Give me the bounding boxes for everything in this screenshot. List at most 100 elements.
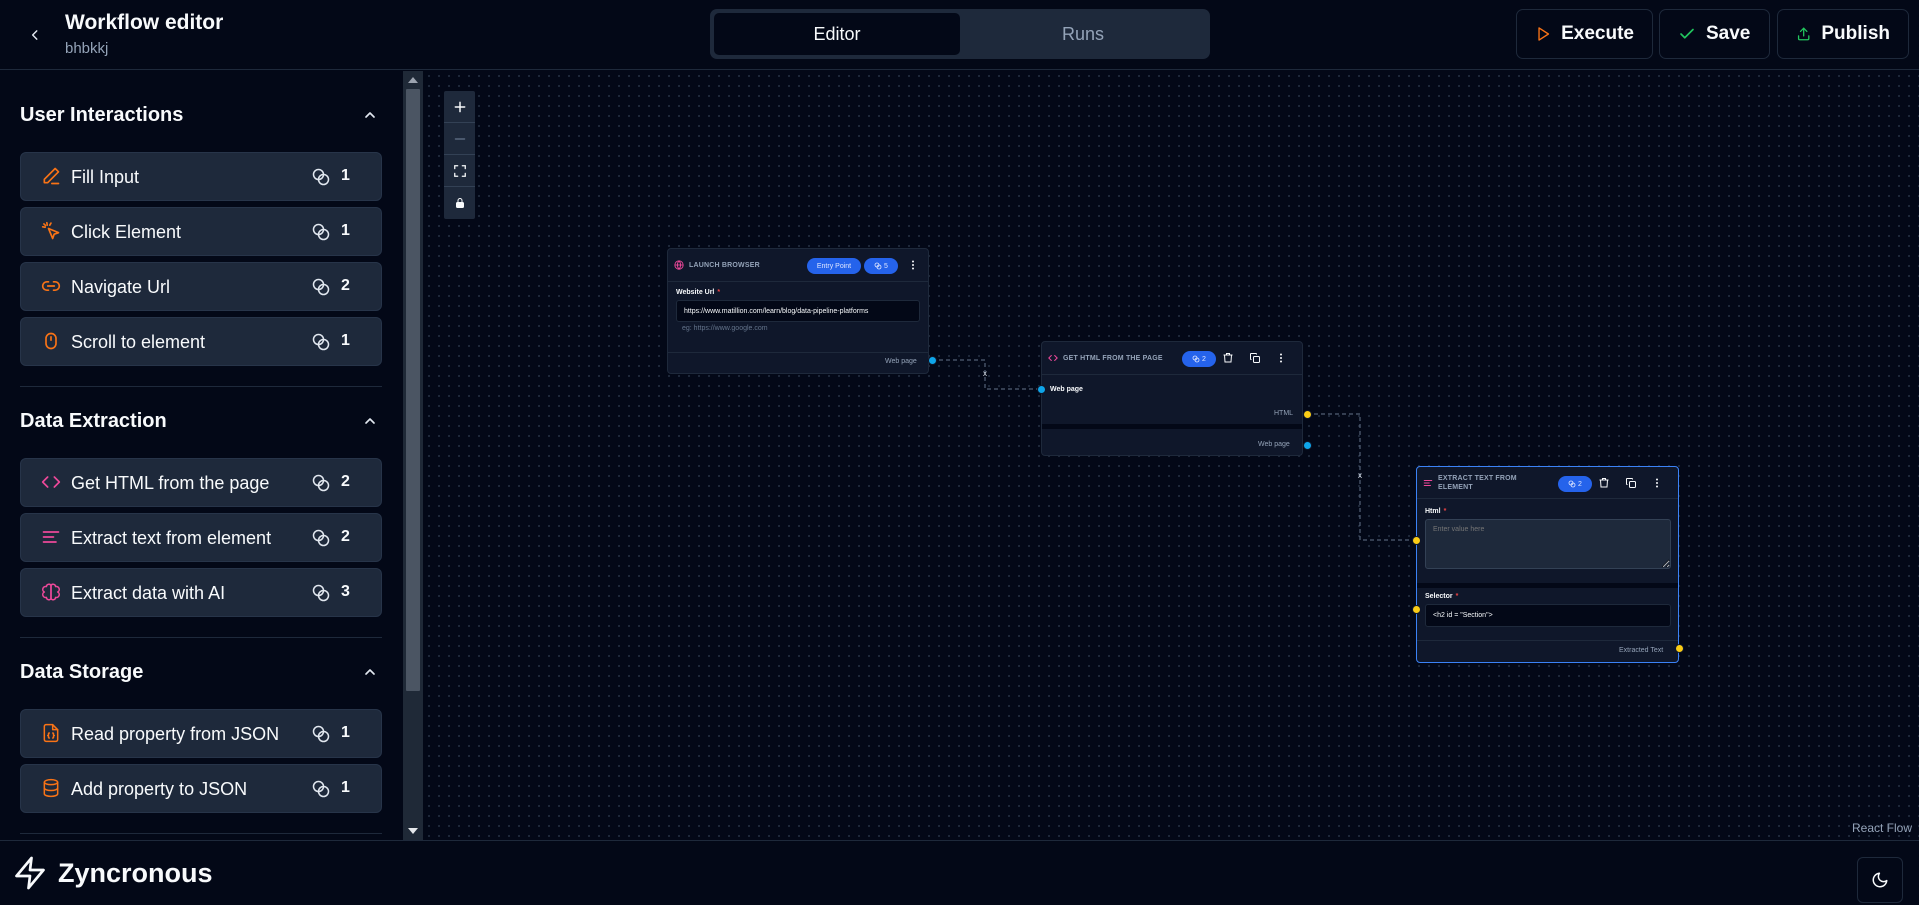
top-header: Workflow editor bhbkkj Editor Runs Execu… [0,0,1919,70]
coins-icon [312,168,330,186]
task-label: Read property from JSON [71,724,280,744]
node-extract-text[interactable]: EXTRACT TEXT FROM ELEMENT 2 Html* Select… [1416,466,1679,663]
input-handle-web-page[interactable] [1037,385,1046,394]
drag-handle-icon[interactable] [1275,352,1287,364]
footer: Zyncronous [0,840,1919,905]
chevron-up-icon[interactable] [362,664,378,680]
section-title-data-storage[interactable]: Data Storage [20,661,143,684]
required-marker: * [717,289,721,296]
website-url-input[interactable]: https://www.matillion.com/learn/blog/dat… [676,300,920,322]
edge-delete-marker[interactable]: x [983,369,987,378]
output-handle-html[interactable] [1303,410,1312,419]
chevron-up-icon[interactable] [362,413,378,429]
copy-icon[interactable] [1249,352,1261,364]
task-label: Extract data with AI [71,583,226,603]
save-button[interactable]: Save [1659,9,1770,59]
execute-button[interactable]: Execute [1516,9,1653,59]
section-title-data-extraction[interactable]: Data Extraction [20,410,167,433]
task-label: Scroll to element [71,332,206,352]
output-handle-extracted-text[interactable] [1675,644,1684,653]
trash-icon[interactable] [1222,352,1234,364]
trash-icon[interactable] [1598,477,1610,489]
mouse-icon [45,332,57,350]
output-label-web-page: Web page [1258,441,1290,448]
back-button[interactable] [20,20,50,50]
credit-count: 1 [341,779,350,796]
task-extract-text[interactable]: Extract text from element 2 [20,513,382,562]
node-divider [1417,640,1678,641]
chevron-up-icon[interactable] [362,107,378,123]
node-header: EXTRACT TEXT FROM ELEMENT 2 [1417,467,1678,499]
credit-count: 1 [341,222,350,239]
scroll-down-arrow[interactable] [408,828,418,834]
credit-count: 1 [341,332,350,349]
react-flow-attribution[interactable]: React Flow [1852,821,1912,835]
edge-delete-marker[interactable]: x [1358,471,1362,480]
theme-toggle-button[interactable] [1857,857,1903,903]
field-label-text: Website Url [676,289,715,296]
credit-count: 1 [341,724,350,741]
task-label: Click Element [71,222,182,242]
flow-canvas[interactable]: x x LAUNCH BROWSER Entry Point 5 Website… [424,71,1919,840]
tab-runs[interactable]: Runs [960,13,1206,55]
task-add-json[interactable]: Add property to JSON 1 [20,764,382,813]
node-header: LAUNCH BROWSER Entry Point 5 [668,249,928,282]
credit-count: 5 [884,262,888,270]
globe-icon [674,260,684,270]
task-fill-input[interactable]: Fill Input 1 [20,152,382,201]
page-title: Workflow editor [65,11,224,34]
scroll-up-arrow[interactable] [408,77,418,83]
task-label: Get HTML from the page [71,473,270,493]
pointer-click-icon [41,221,60,240]
task-navigate-url[interactable]: Navigate Url 2 [20,262,382,311]
sidebar-scrollbar[interactable] [403,71,423,840]
field-label: Html * [1425,508,1671,515]
output-handle-web-page[interactable] [1303,441,1312,450]
output-label: Extracted Text [1619,647,1664,654]
coins-icon [874,262,882,270]
task-label: Extract text from element [71,528,272,548]
task-click-element[interactable]: Click Element 1 [20,207,382,256]
task-scroll-to-element[interactable]: Scroll to element 1 [20,317,382,366]
coins-icon [1568,480,1576,488]
field-hint: eg: https://www.google.com [682,325,768,332]
coins-icon [312,333,330,351]
node-launch-browser[interactable]: LAUNCH BROWSER Entry Point 5 Website Url… [667,248,929,374]
credit-count: 3 [341,583,350,600]
publish-button[interactable]: Publish [1777,9,1909,59]
upload-icon [1797,27,1810,41]
node-title: EXTRACT TEXT FROM ELEMENT [1438,474,1517,491]
copy-icon[interactable] [1625,477,1637,489]
credit-count: 2 [1202,355,1206,363]
output-label-html: HTML [1274,410,1294,417]
task-extract-ai[interactable]: Extract data with AI 3 [20,568,382,617]
selector-field: Selector * <h2 id = "Section"> [1425,593,1671,627]
view-tabs: Editor Runs [710,9,1210,59]
drag-handle-icon[interactable] [1651,477,1663,489]
html-textarea[interactable] [1425,519,1671,569]
node-body: Website Url * https://www.matillion.com/l… [668,282,928,332]
section-title-user-interactions[interactable]: User Interactions [20,104,183,127]
credit-count: 2 [1578,480,1582,488]
tab-editor[interactable]: Editor [714,13,960,55]
field-label-text: Selector [1425,593,1453,600]
node-get-html[interactable]: GET HTML FROM THE PAGE 2 Web page HTML W… [1041,341,1303,456]
text-lines-icon [42,531,60,543]
output-label: Web page [885,358,917,365]
node-title: LAUNCH BROWSER [689,261,760,269]
brand-logo[interactable]: Zyncronous [12,855,213,891]
workflow-name: bhbkkj [65,40,109,57]
task-label: Fill Input [71,167,140,187]
code-icon [1048,354,1058,362]
output-handle-web-page[interactable] [928,356,937,365]
node-title: GET HTML FROM THE PAGE [1063,354,1163,362]
play-icon [1538,27,1550,41]
input-handle-selector[interactable] [1412,605,1421,614]
scrollbar-thumb[interactable] [406,89,420,691]
input-handle-html[interactable] [1412,536,1421,545]
task-read-json[interactable]: Read property from JSON 1 [20,709,382,758]
drag-handle-icon[interactable] [907,259,919,271]
selector-input[interactable]: <h2 id = "Section"> [1425,604,1671,627]
task-get-html[interactable]: Get HTML from the page 2 [20,458,382,507]
coins-icon [312,584,330,602]
